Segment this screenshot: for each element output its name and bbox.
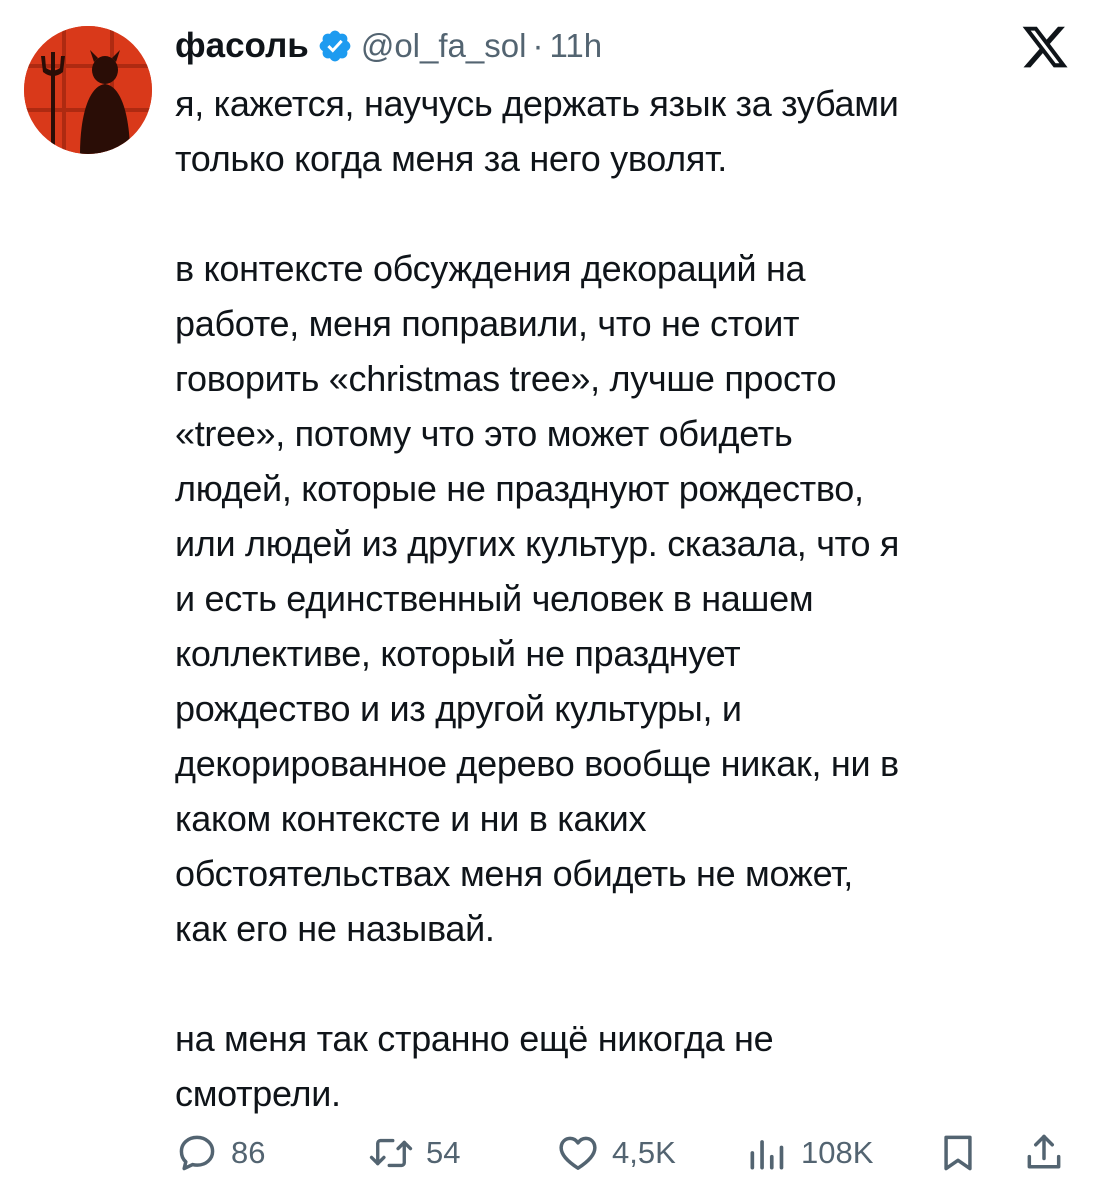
tweet-line: рождество и из другой культуры, и <box>175 688 742 729</box>
tweet-text: я, кажется, научусь держать язык за зуба… <box>175 76 1075 1121</box>
tweet-line: «tree», потому что это может обидеть <box>175 413 793 454</box>
like-button[interactable]: 4,5K <box>556 1125 676 1181</box>
heart-icon <box>556 1131 600 1175</box>
tweet-line: коллективе, который не празднует <box>175 633 741 674</box>
bookmark-icon <box>936 1131 980 1175</box>
avatar-image <box>24 26 152 154</box>
tweet-line: говорить «christmas tree», лучше просто <box>175 358 837 399</box>
separator-dot: · <box>532 27 544 64</box>
timestamp[interactable]: 11h <box>549 27 602 65</box>
reply-count: 86 <box>231 1135 266 1170</box>
share-button[interactable] <box>1022 1125 1066 1181</box>
tweet-line: я, кажется, научусь держать язык за зуба… <box>175 83 899 124</box>
reply-icon <box>175 1131 219 1175</box>
bookmark-button[interactable] <box>936 1125 980 1181</box>
x-logo-icon[interactable] <box>1020 22 1070 72</box>
tweet-line: в контексте обсуждения декораций на <box>175 248 806 289</box>
tweet-line: декорированное дерево вообще никак, ни в <box>175 743 899 784</box>
retweet-count: 54 <box>426 1135 461 1170</box>
tweet-line: работе, меня поправили, что не стоит <box>175 303 800 344</box>
tweet-line: или людей из других культур. сказала, чт… <box>175 523 900 564</box>
avatar[interactable] <box>24 26 152 154</box>
tweet-line: и есть единственный человек в нашем <box>175 578 814 619</box>
tweet-line: на меня так странно ещё никогда не <box>175 1018 774 1059</box>
action-bar: 86 54 4,5K 108K <box>0 1125 1099 1181</box>
views-count: 108K <box>801 1135 874 1170</box>
views-chart-icon <box>745 1131 789 1175</box>
tweet-line: обстоятельствах меня обидеть не может, <box>175 853 853 894</box>
share-icon <box>1022 1131 1066 1175</box>
tweet-line: каком контексте и ни в каких <box>175 798 647 839</box>
display-name[interactable]: фасоль <box>175 26 309 66</box>
tweet-line: людей, которые не празднуют рождество, <box>175 468 864 509</box>
verified-badge-icon <box>317 28 353 64</box>
tweet-header: фасоль @ol_fa_sol · 11h <box>175 22 602 70</box>
tweet-line: как его не называй. <box>175 908 495 949</box>
retweet-button[interactable]: 54 <box>368 1125 460 1181</box>
tweet-line: смотрели. <box>175 1073 341 1114</box>
retweet-icon <box>368 1131 414 1175</box>
tweet-line: только когда меня за него уволят. <box>175 138 727 179</box>
user-handle[interactable]: @ol_fa_sol <box>361 27 527 65</box>
views-button[interactable]: 108K <box>745 1125 873 1181</box>
reply-button[interactable]: 86 <box>175 1125 265 1181</box>
like-count: 4,5K <box>612 1135 676 1170</box>
